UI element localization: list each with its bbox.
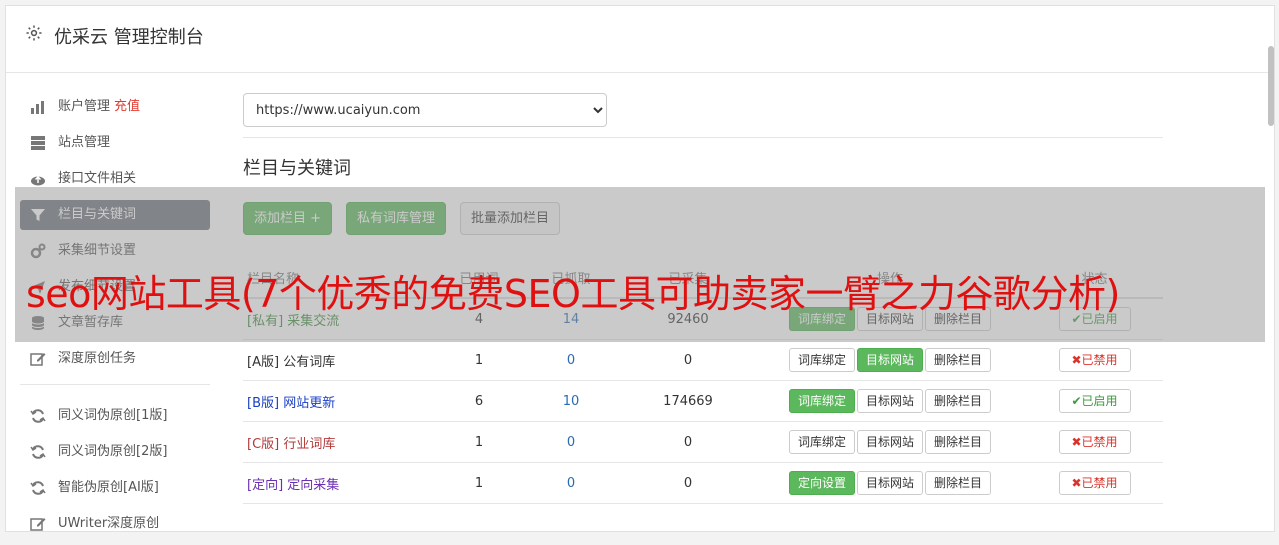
- collected-count: 0: [622, 339, 754, 381]
- sidebar-item-label: 账户管理: [58, 99, 111, 114]
- refresh-icon: [30, 445, 46, 459]
- delete-column-button[interactable]: 删除栏目: [925, 430, 992, 454]
- column-tag: [A版]: [247, 354, 280, 370]
- sidebar-item-label: 深度原创任务: [58, 351, 137, 366]
- target-site-button[interactable]: 目标网站: [856, 471, 923, 495]
- site-select[interactable]: https://www.ucaiyun.com: [243, 93, 607, 127]
- collected-count: 174669: [622, 380, 754, 422]
- sidebar-item-synonym-2[interactable]: 同义词伪原创[2版]: [20, 437, 210, 467]
- sidebar-item-label: 接口文件相关: [58, 171, 137, 186]
- sidebar-item-sites[interactable]: 站点管理: [20, 128, 210, 158]
- sidebar-item-label: UWriter深度原创: [58, 516, 160, 531]
- sidebar-item-label: 同义词伪原创[2版]: [58, 444, 168, 459]
- row-actions: 词库绑定目标网站删除栏目: [754, 339, 1026, 381]
- sidebar-item-synonym-1[interactable]: 同义词伪原创[1版]: [20, 401, 210, 431]
- row-actions: 词库绑定目标网站删除栏目: [754, 421, 1026, 463]
- bar-chart-icon: [31, 101, 44, 114]
- sidebar-item-label: 智能伪原创[AI版]: [58, 480, 159, 495]
- status-cell: ✖已禁用: [1026, 421, 1163, 463]
- sidebar-divider: [20, 384, 210, 385]
- fetched-count: 10: [520, 380, 622, 422]
- column-tag: [C版]: [247, 436, 280, 452]
- table-row: [定向] 定向采集 1 0 0 定向设置 目标网站 删除栏目 ✖已禁用: [243, 462, 1163, 504]
- sidebar-item-label: 站点管理: [58, 135, 111, 150]
- sidebar-item-uwriter[interactable]: UWriter深度原创: [20, 509, 210, 539]
- table-row: [C版] 行业词库 1 0 0 词库绑定 目标网站 删除栏目 ✖已禁用: [243, 421, 1163, 463]
- recharge-link[interactable]: 充值: [114, 99, 140, 114]
- target-site-button[interactable]: 目标网站: [856, 389, 923, 413]
- bind-lib-button[interactable]: 词库绑定: [788, 389, 855, 413]
- used-count: 1: [438, 462, 520, 504]
- table-row: [A版] 公有词库 1 0 0 词库绑定 目标网站 删除栏目 ✖已禁用: [243, 339, 1163, 381]
- headline-overlay-band: [15, 187, 1265, 342]
- section-title: 栏目与关键词: [243, 158, 351, 179]
- status-toggle[interactable]: ✖已禁用: [1058, 348, 1131, 372]
- used-count: 1: [438, 421, 520, 463]
- column-title[interactable]: 网站更新: [283, 396, 335, 411]
- column-tag: [B版]: [247, 395, 280, 411]
- row-actions: 词库绑定目标网站删除栏目: [754, 380, 1026, 422]
- collected-count: 0: [622, 421, 754, 463]
- status-label: 已启用: [1081, 394, 1118, 408]
- server-icon: [31, 136, 45, 150]
- cross-icon: ✖: [1071, 353, 1082, 367]
- delete-column-button[interactable]: 删除栏目: [925, 471, 992, 495]
- scrollbar[interactable]: [1268, 46, 1274, 126]
- fetched-count: 0: [520, 421, 622, 463]
- refresh-icon: [30, 409, 46, 423]
- table-row: [B版] 网站更新 6 10 174669 词库绑定 目标网站 删除栏目 ✔已启用: [243, 380, 1163, 422]
- status-toggle[interactable]: ✖已禁用: [1058, 471, 1131, 495]
- status-toggle[interactable]: ✔已启用: [1058, 389, 1131, 413]
- refresh-icon: [30, 481, 46, 495]
- column-name[interactable]: [定向] 定向采集: [243, 462, 438, 504]
- column-tag: [定向]: [247, 477, 284, 493]
- status-label: 已禁用: [1081, 353, 1118, 367]
- target-site-button[interactable]: 目标网站: [856, 430, 923, 454]
- headline-text: seo网站工具(7个优秀的免费SEO工具可助卖家一臂之力谷歌分析): [26, 272, 1120, 316]
- delete-column-button[interactable]: 删除栏目: [925, 348, 992, 372]
- column-title[interactable]: 公有词库: [283, 355, 335, 370]
- status-label: 已禁用: [1081, 476, 1118, 490]
- column-title[interactable]: 定向采集: [287, 478, 339, 493]
- fetched-count: 0: [520, 339, 622, 381]
- row-actions: 定向设置 目标网站 删除栏目: [754, 462, 1026, 504]
- divider: [243, 137, 1163, 138]
- status-label: 已禁用: [1081, 435, 1118, 449]
- fetched-count: 0: [520, 462, 622, 504]
- status-cell: ✔已启用: [1026, 380, 1163, 422]
- directed-settings-button[interactable]: 定向设置: [788, 471, 855, 495]
- cross-icon: ✖: [1071, 435, 1082, 449]
- status-cell: ✖已禁用: [1026, 462, 1163, 504]
- sidebar-item-deep-original[interactable]: 深度原创任务: [20, 344, 210, 374]
- column-title[interactable]: 行业词库: [283, 437, 335, 452]
- status-toggle[interactable]: ✖已禁用: [1058, 430, 1131, 454]
- status-cell: ✖已禁用: [1026, 339, 1163, 381]
- gear-icon: [26, 25, 42, 41]
- header: 优采云 管理控制台: [6, 6, 1274, 73]
- used-count: 6: [438, 380, 520, 422]
- target-site-button[interactable]: 目标网站: [856, 348, 923, 372]
- bind-lib-button[interactable]: 词库绑定: [788, 430, 855, 454]
- cloud-upload-icon: [31, 175, 45, 186]
- delete-column-button[interactable]: 删除栏目: [925, 389, 992, 413]
- page-title: 优采云 管理控制台: [54, 27, 204, 48]
- used-count: 1: [438, 339, 520, 381]
- collected-count: 0: [622, 462, 754, 504]
- edit-icon: [30, 353, 46, 366]
- column-name[interactable]: [B版] 网站更新: [243, 380, 438, 422]
- sidebar-item-label: 同义词伪原创[1版]: [58, 408, 168, 423]
- column-name[interactable]: [C版] 行业词库: [243, 421, 438, 463]
- sidebar-item-account[interactable]: 账户管理 充值: [20, 92, 210, 122]
- column-name[interactable]: [A版] 公有词库: [243, 339, 438, 381]
- sidebar-item-ai-original[interactable]: 智能伪原创[AI版]: [20, 473, 210, 503]
- bind-lib-button[interactable]: 词库绑定: [788, 348, 855, 372]
- cross-icon: ✖: [1071, 476, 1082, 490]
- check-icon: ✔: [1071, 394, 1082, 408]
